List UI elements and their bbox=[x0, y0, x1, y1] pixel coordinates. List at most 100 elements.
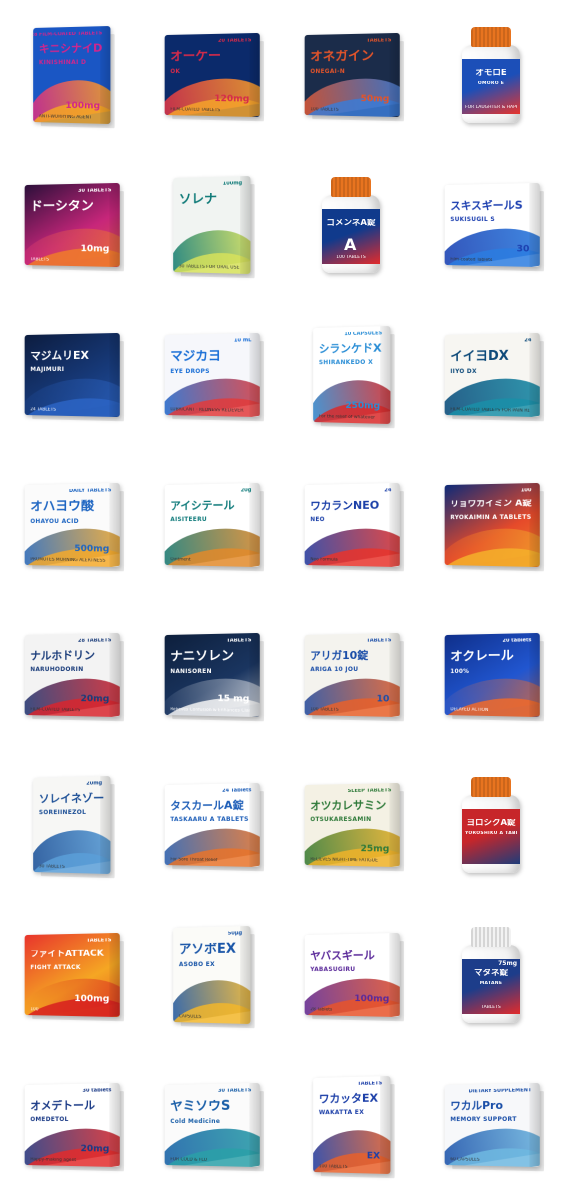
product-name-en: YOROSHIKU A TABLETS bbox=[465, 831, 517, 837]
product-tile[interactable]: TABLETS ファイトATTACK FIGHT ATTACK 100mg 100 bbox=[1, 900, 141, 1050]
box-side bbox=[109, 332, 120, 418]
box-side bbox=[109, 932, 120, 1018]
box-side bbox=[380, 325, 391, 425]
product-tile[interactable]: 50μg アソボEX ASOBO EX CAPSULES bbox=[141, 900, 281, 1050]
product-name-jp: マジムリEX bbox=[30, 349, 89, 362]
box-top-text: 20mg bbox=[86, 781, 103, 787]
product-strength: 100mg bbox=[74, 994, 110, 1005]
product-tile[interactable]: ヨロシクA錠 YOROSHIKU A TABLETS bbox=[421, 750, 561, 900]
product-name-en: SHIRANKEDO X bbox=[318, 358, 374, 367]
product-name-en: MAJIMURI bbox=[30, 366, 65, 374]
product-name-en: OMEDETOL bbox=[30, 1116, 69, 1124]
box-top-text: 30 TABLETS bbox=[217, 1088, 252, 1094]
box-top-text: 24 bbox=[524, 338, 532, 344]
product-tile[interactable]: 100 リョウカイミン A錠 RYOKAIMIN A TABLETS bbox=[421, 450, 561, 600]
product-tile[interactable]: TABLETS ワカッタEX WAKATTA EX EX 100 TABLETS bbox=[281, 1050, 421, 1200]
product-tile[interactable]: TABLETS ナニソレン NANISOREN 15 mg Relieves Confu… bbox=[141, 600, 281, 750]
product-tile[interactable]: DAILY TABLETS オハヨウ酸 OHAYOU ACID 500mg PROMOT… bbox=[1, 450, 141, 600]
product-tile[interactable]: 24 ワカランNEO NEO Neo Formula bbox=[281, 450, 421, 600]
box-top-text: 30 tablets bbox=[82, 1088, 112, 1094]
product-name-jp: マジカヨ bbox=[170, 349, 221, 364]
medicine-box: 30 TABLETS ヤミソウS Cold Medicine FOR COLD & F… bbox=[164, 1082, 260, 1168]
box-side bbox=[529, 632, 540, 718]
product-name-jp: オーケー bbox=[170, 49, 221, 64]
bottle-cap bbox=[471, 927, 511, 947]
product-tile[interactable]: 10 CAPSULES シランケドX SHIRANKEDO X 250mg For th… bbox=[281, 300, 421, 450]
medicine-box: 30 tablets オメデトール OMEDETOL 20mg Happy-making… bbox=[24, 1082, 120, 1168]
product-tile[interactable]: 24 イイヨDX IIYO DX FILM-COATED TABLETS FOR PA… bbox=[421, 300, 561, 450]
product-tile[interactable]: マジムリEX MAJIMURI 24 TABLETS bbox=[1, 300, 141, 450]
box-side bbox=[109, 182, 120, 268]
box-side bbox=[100, 25, 111, 125]
product-tile[interactable]: TABLETS アリガ10錠 ARIGA 10 JOU 10 100 TABLETS bbox=[281, 600, 421, 750]
product-tile[interactable]: 30 TABLETS ヤミソウS Cold Medicine FOR COLD & F… bbox=[141, 1050, 281, 1200]
product-tile[interactable]: SLEEP TABLETS オツカレサミン OTSUKARESAMIN 25mg REL… bbox=[281, 750, 421, 900]
product-tile[interactable]: 20g アイシテール AISITEERU Ointment bbox=[141, 450, 281, 600]
medicine-box: DAILY TABLETS オハヨウ酸 OHAYOU ACID 500mg PROMOT… bbox=[24, 482, 120, 568]
box-side bbox=[529, 332, 540, 418]
product-tile[interactable]: 20 tablets オクレール 100% DELAYED ACTION bbox=[421, 600, 561, 750]
product-tile[interactable]: 20mg ソレイネゾール SOREIINEZOL 30 TABLETS bbox=[1, 750, 141, 900]
medicine-box: TABLETS ナニソレン NANISOREN 15 mg Relieves Confu… bbox=[164, 632, 260, 718]
product-tile[interactable]: ヤバスギール YABASUGIRU 100mg 28 Tablets bbox=[281, 900, 421, 1050]
box-side bbox=[249, 482, 260, 568]
product-name-jp: ナニソレン bbox=[170, 649, 235, 664]
box-top-text: 24 Tablets bbox=[222, 788, 252, 794]
product-name-en: NANISOREN bbox=[170, 667, 212, 675]
medicine-box: 10 CAPSULES シランケドX SHIRANKEDO X 250mg For th… bbox=[313, 325, 391, 425]
product-name-jp: イイヨDX bbox=[450, 349, 509, 364]
product-tile[interactable]: 30 TABLETS ドーシタン 10mg TABLETS bbox=[1, 150, 141, 300]
product-tile[interactable]: 28 TABLETS ナルホドリン NARUHODORIN 20mg FILM-COAT… bbox=[1, 600, 141, 750]
product-name-en: OMORO E bbox=[477, 81, 505, 87]
product-name-jp: ナルホドリン bbox=[30, 649, 96, 662]
product-tile[interactable]: 30 tablets オメデトール OMEDETOL 20mg Happy-making… bbox=[1, 1050, 141, 1200]
box-top-text: 28 TABLETS bbox=[77, 638, 112, 644]
product-name-en: ARIGA 10 JOU bbox=[310, 665, 359, 674]
medicine-box: 50μg アソボEX ASOBO EX CAPSULES bbox=[173, 925, 251, 1025]
product-name-en: NEO bbox=[310, 516, 325, 524]
product-strength: 20mg bbox=[80, 694, 110, 705]
medicine-box: 100mg ソレナ 30 TABLETS FOR ORAL USE bbox=[173, 175, 251, 275]
box-top-text: 50μg bbox=[227, 931, 243, 937]
box-side bbox=[109, 632, 120, 718]
product-tile[interactable]: オモロE OMORO E FOR LAUGHTER & HAPPINESS bbox=[421, 0, 561, 150]
product-strength: 100mg bbox=[354, 994, 390, 1005]
box-side bbox=[389, 32, 400, 118]
bottle-label: ゴメンネA錠 A 100 TABLETS bbox=[322, 209, 380, 264]
box-top-text: 10 mL bbox=[233, 338, 252, 344]
box-side bbox=[249, 332, 260, 418]
box-top-text: 20g bbox=[240, 488, 252, 494]
medicine-box: 30 TABLETS ドーシタン 10mg TABLETS bbox=[24, 182, 120, 268]
box-side bbox=[240, 925, 251, 1025]
product-tile[interactable]: 28 FILM-COATED TABLETS キニシナイD KINISHINAI D… bbox=[1, 0, 141, 150]
medicine-box: 100 リョウカイミン A錠 RYOKAIMIN A TABLETS bbox=[444, 482, 540, 568]
product-name-en: AISITEERU bbox=[170, 516, 207, 524]
product-tile[interactable]: ゴメンネA錠 A 100 TABLETS bbox=[281, 150, 421, 300]
box-top-text: TABLETS bbox=[366, 38, 392, 44]
product-strength: 120mg bbox=[214, 94, 250, 105]
product-tile[interactable]: 10 mL マジカヨ EYE DROPS LUBRICANT · REDNESS RE… bbox=[141, 300, 281, 450]
product-grid: 28 FILM-COATED TABLETS キニシナイD KINISHINAI D… bbox=[0, 0, 562, 1200]
box-top-text: DAILY TABLETS bbox=[69, 488, 112, 495]
box-top-text: SLEEP TABLETS bbox=[347, 788, 392, 795]
product-tile[interactable]: 20 TABLETS オーケー OK 120mg FILM-COATED TABLETS bbox=[141, 0, 281, 150]
product-tile[interactable]: 100mg ソレナ 30 TABLETS FOR ORAL USE bbox=[141, 150, 281, 300]
box-top-text: TABLETS bbox=[86, 938, 112, 944]
product-name-en: TASKAARU A TABLETS bbox=[170, 815, 249, 824]
product-tile[interactable]: DIETARY SUPPLEMENT ワカルPro MEMORY SUPPORT 60… bbox=[421, 1050, 561, 1200]
product-tile[interactable]: 24 Tablets タスカールA錠 TASKAARU A TABLETS For S… bbox=[141, 750, 281, 900]
product-name-jp: オメデトール bbox=[30, 1099, 96, 1112]
pill-bottle: ゴメンネA錠 A 100 TABLETS bbox=[320, 177, 382, 273]
pill-bottle: オモロE OMORO E FOR LAUGHTER & HAPPINESS bbox=[460, 27, 522, 123]
product-name-en: SUKISUGIL S bbox=[450, 215, 495, 224]
product-strength: 20mg bbox=[80, 1144, 110, 1155]
product-tile[interactable]: スキスギールS SUKISUGIL S 30 Film-coated Tablets bbox=[421, 150, 561, 300]
product-tile[interactable]: TABLETS オネガイン ONEGAI-N 50mg 100 TABLETS bbox=[281, 0, 421, 150]
medicine-box: TABLETS オネガイン ONEGAI-N 50mg 100 TABLETS bbox=[304, 32, 400, 118]
medicine-box: 24 イイヨDX IIYO DX FILM-COATED TABLETS FOR PA… bbox=[444, 332, 540, 418]
bottle-cap bbox=[331, 177, 371, 197]
product-subtext: TABLETS bbox=[481, 1005, 501, 1011]
box-top-text: 100 bbox=[520, 488, 532, 494]
product-tile[interactable]: マタネ錠 MATANE 75mg TABLETS bbox=[421, 900, 561, 1050]
product-subtext: FOR LAUGHTER & HAPPINESS bbox=[465, 105, 517, 111]
